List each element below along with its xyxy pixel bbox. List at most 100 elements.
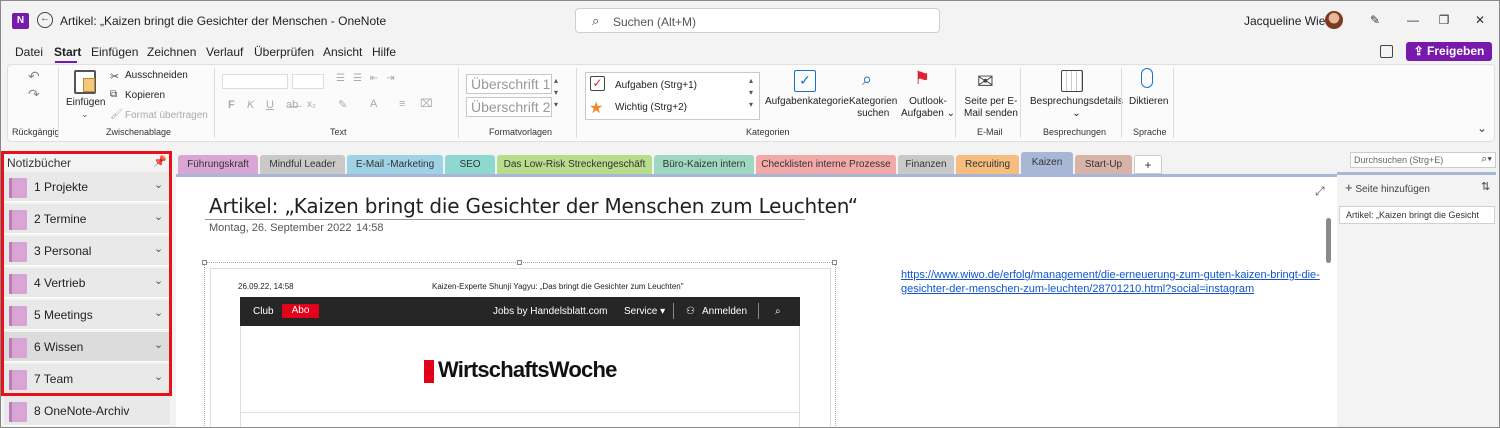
group-label-styles: Formatvorlagen [489,127,553,137]
task-category-button[interactable]: Aufgabenkategorie [765,96,849,108]
back-icon[interactable]: ← [37,12,53,28]
find-tags-button[interactable]: Kategorien suchen [849,96,897,120]
email-page-button[interactable]: Seite per E- Mail senden [964,96,1018,120]
todo-tag[interactable]: Aufgaben (Strg+1) [615,80,697,91]
embedded-timestamp: 26.09.22, 14:58 [238,282,294,291]
nav-login: Anmelden [702,306,748,317]
undo-icon[interactable]: ↶ [28,68,40,85]
menu-hilfe[interactable]: Hilfe [372,45,396,59]
section-tab-kaizen[interactable]: Kaizen [1021,152,1073,174]
align-icon[interactable]: ≡ [399,98,405,110]
menu-einfuegen[interactable]: Einfügen [91,45,138,59]
section-tab-finanzen[interactable]: Finanzen [898,155,954,174]
subscript-icon[interactable]: x₂ [307,99,316,110]
search-pages-input[interactable]: Durchsuchen (Strg+E) ⌕▾ [1350,152,1496,168]
expand-icon[interactable]: ⤢ [1315,184,1325,199]
important-tag[interactable]: Wichtig (Strg+2) [615,102,687,113]
add-section-button[interactable]: + [1134,155,1162,174]
article-link[interactable]: https://www.wiwo.de/erfolg/management/di… [901,268,1326,296]
user-name[interactable]: Jacqueline Wiese [1244,14,1338,28]
notebook-item-onenote-archiv[interactable]: 8 OneNote-Archiv [4,396,170,426]
cut-button[interactable]: Ausschneiden [125,70,188,81]
section-tab-buero-kaizen[interactable]: Büro-Kaizen intern [654,155,754,174]
strikethrough-icon[interactable]: a̶b̶ [286,99,298,111]
page-title[interactable]: Artikel: „Kaizen bringt die Gesichter de… [209,194,858,218]
nav-abo-badge: Abo [282,304,319,318]
notebook-view-icon[interactable] [1380,45,1393,58]
highlight-icon[interactable]: ✎ [338,98,347,111]
section-tab-fuehrungskraft[interactable]: Führungskraft [178,155,258,174]
page-time: 14:58 [356,222,384,234]
share-icon: ⇪ [1413,44,1428,58]
maximize-icon[interactable]: ❐ [1436,12,1452,28]
wiwo-logo: WirtschaftsWoche [438,357,617,382]
tags-scroll-icon[interactable]: ▴ ▾ ▾ [749,75,753,111]
resize-handle[interactable] [517,260,522,265]
dictate-button[interactable]: Diktieren [1129,96,1168,108]
meeting-details-button[interactable]: Besprechungsdetails ⌄ [1030,96,1123,120]
add-page-button[interactable]: + Seite hinzufügen [1345,180,1430,195]
ribbon-separator [458,68,459,138]
chevron-down-icon: ⌄ [946,108,955,119]
copy-button[interactable]: Kopieren [125,90,165,101]
find-tags-line2: suchen [857,108,890,119]
section-tab-seo[interactable]: SEO [445,155,495,174]
minimize-icon[interactable]: — [1405,12,1421,28]
search-placeholder: Suchen (Alt+M) [613,15,697,29]
format-painter-icon: 🖌 [110,109,123,120]
italic-button[interactable]: K [247,99,254,111]
scrollbar-thumb[interactable] [1326,218,1331,263]
section-tab-email-marketing[interactable]: E-Mail -Marketing [347,155,443,174]
resize-handle[interactable] [202,260,207,265]
menu-start[interactable]: Start [54,45,81,59]
embedded-headline: Kaizen-Experte Shunji Yagyu: „Das bringt… [432,282,684,291]
bold-button[interactable]: F [228,99,235,111]
list-format-icons[interactable]: ☰☰⇤⇥ [336,73,403,84]
section-tab-start-up[interactable]: Start-Up [1075,155,1132,174]
ribbon-separator [1121,68,1122,138]
menu-ansicht[interactable]: Ansicht [323,45,362,59]
notebook-label: 8 OneNote-Archiv [34,404,130,418]
paste-icon[interactable] [74,70,96,94]
chevron-down-icon[interactable]: ⌄ [81,109,89,120]
menu-datei[interactable]: Datei [15,45,43,59]
section-tab-recruiting[interactable]: Recruiting [956,155,1019,174]
clear-format-icon[interactable]: ⌧ [420,97,433,110]
style-heading-2[interactable]: Überschrift 2 [466,97,552,117]
pen-icon[interactable]: ✎ [1367,12,1383,28]
nav-separator [758,303,759,319]
search-input[interactable]: ⌕ Suchen (Alt+M) [575,8,940,33]
section-tab-low-risk[interactable]: Das Low-Risk Streckengeschäft [497,155,652,174]
section-tab-checklisten[interactable]: Checklisten interne Prozesse [756,155,896,174]
sort-icon[interactable]: ⇅ [1481,180,1490,193]
plus-icon: + [1345,180,1353,195]
ribbon-collapse-icon[interactable]: ⌄ [1477,121,1487,135]
paste-button[interactable]: Einfügen [66,97,105,109]
menu-ueberpruefen[interactable]: Überprüfen [254,45,314,59]
share-button[interactable]: ⇪ Freigeben [1406,42,1492,61]
ribbon-separator [58,68,59,138]
style-heading-1[interactable]: Überschrift 1 [466,74,552,94]
share-label: Freigeben [1427,44,1485,58]
font-size-select[interactable] [292,74,324,89]
page-list-color-strip [1337,172,1496,175]
search-pages-placeholder: Durchsuchen (Strg+E) [1354,155,1444,165]
redo-icon[interactable]: ↷ [28,86,40,103]
page-list-item[interactable]: Artikel: „Kaizen bringt die Gesicht [1339,206,1495,224]
section-tab-mindful-leader[interactable]: Mindful Leader [260,155,345,174]
menu-zeichnen[interactable]: Zeichnen [147,45,196,59]
wiwo-logo-mark [424,360,434,383]
close-icon[interactable]: ✕ [1472,12,1488,28]
menu-verlauf[interactable]: Verlauf [206,45,243,59]
resize-handle[interactable] [832,260,837,265]
format-painter-button[interactable]: Format übertragen [125,110,208,121]
avatar[interactable] [1325,11,1343,29]
search-icon: ⌕ [775,306,781,317]
outlook-tasks-button[interactable]: Outlook- Aufgaben ⌄ [901,96,955,120]
font-family-select[interactable] [222,74,288,89]
nav-jobs: Jobs by Handelsblatt.com [493,306,608,317]
underline-button[interactable]: U [266,99,274,111]
group-label-meetings: Besprechungen [1043,127,1107,137]
style-scroll-icon[interactable]: ▴ ▾ ▾ [554,75,558,111]
font-color-icon[interactable]: A [370,98,377,110]
